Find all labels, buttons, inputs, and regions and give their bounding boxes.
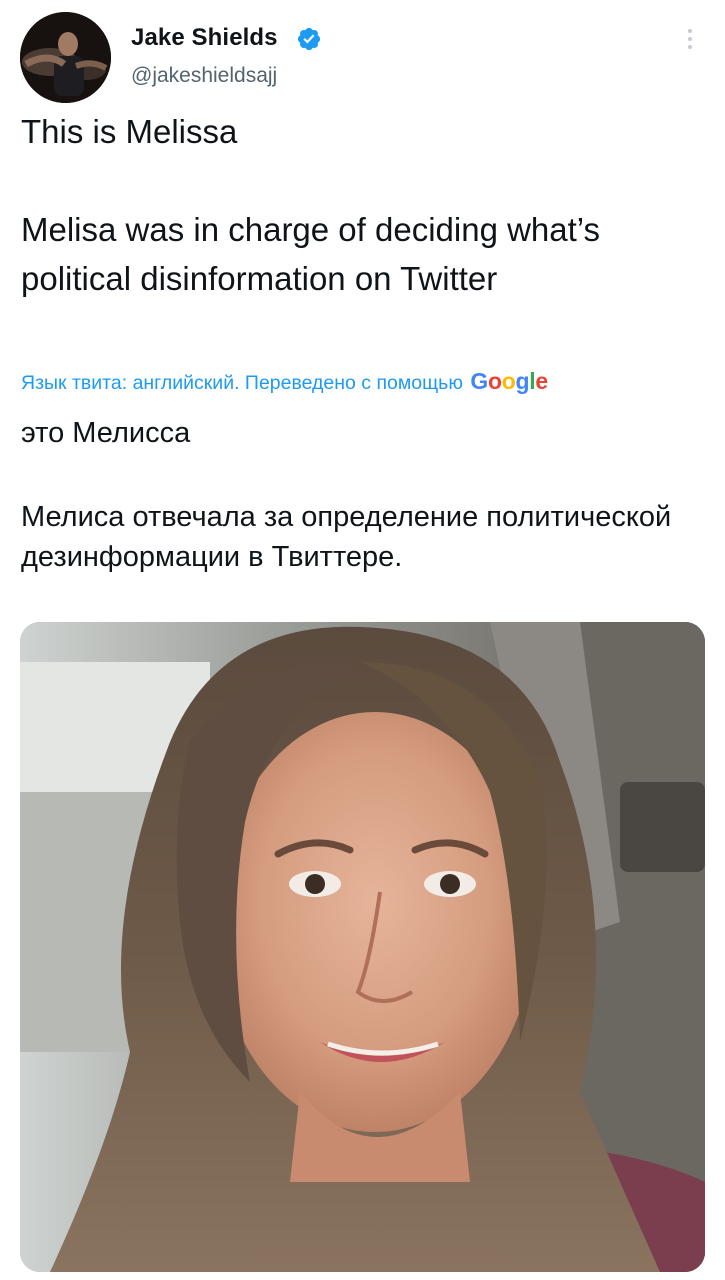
more-options-icon[interactable] — [680, 24, 700, 54]
translation-note[interactable]: Язык твита: английский. Переведено с пом… — [21, 368, 548, 395]
tweet-text-main: Melisa was in charge of deciding what’s … — [21, 211, 601, 297]
translated-text-intro: это Мелисса — [21, 417, 191, 449]
tweet-text-intro: This is Melissa — [21, 113, 238, 150]
google-logo: Google — [470, 368, 548, 394]
author-handle[interactable]: @jakeshieldsajj — [131, 64, 277, 88]
translation-note-text: Язык твита: английский. Переведено с пом… — [21, 372, 463, 394]
translated-text-main: Мелиса отвечала за определение политичес… — [21, 501, 672, 573]
verified-badge-icon — [297, 27, 321, 51]
avatar[interactable] — [20, 12, 111, 103]
tweet: Jake Shields @jakeshieldsajj This is Mel… — [0, 0, 725, 1280]
tweet-photo[interactable] — [20, 622, 705, 1272]
author-name[interactable]: Jake Shields — [131, 24, 278, 52]
